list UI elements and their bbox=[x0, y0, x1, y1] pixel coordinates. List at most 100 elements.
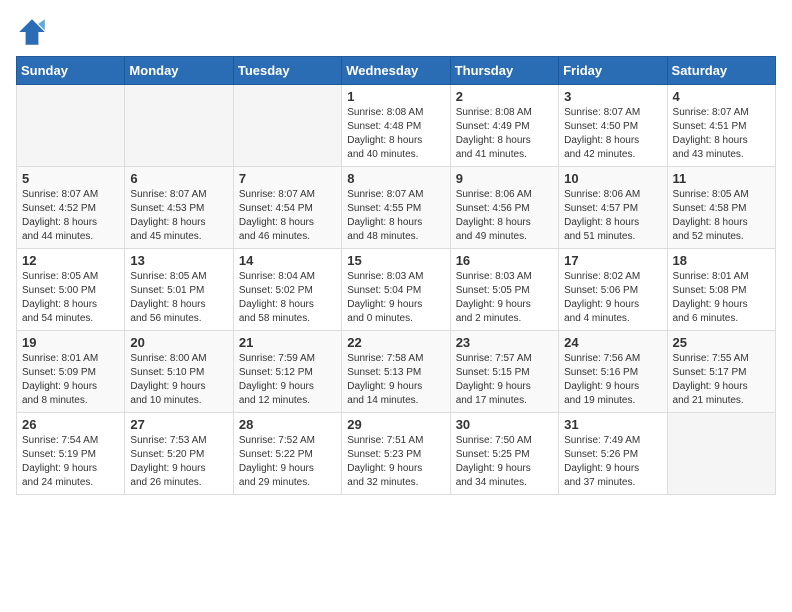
day-number: 13 bbox=[130, 253, 227, 268]
calendar-cell: 21Sunrise: 7:59 AM Sunset: 5:12 PM Dayli… bbox=[233, 331, 341, 413]
calendar-cell: 8 Sunrise: 8:07 AM Sunset: 4:55 PM Daylig… bbox=[342, 167, 450, 249]
day-number: 28 bbox=[239, 417, 336, 432]
weekday-header: Wednesday bbox=[342, 57, 450, 85]
day-info: Sunrise: 8:04 AM Sunset: 5:02 PM Dayligh… bbox=[239, 270, 336, 326]
calendar-week-row: 1 Sunrise: 8:08 AM Sunset: 4:48 PM Daylig… bbox=[17, 85, 776, 167]
day-info: Sunrise: 7:58 AM Sunset: 5:13 PM Dayligh… bbox=[347, 352, 444, 408]
day-info: Sunrise: 7:53 AM Sunset: 5:20 PM Dayligh… bbox=[130, 434, 227, 490]
day-number: 12 bbox=[22, 253, 119, 268]
day-info: Sunrise: 8:07 AM Sunset: 4:54 PM Dayligh… bbox=[239, 188, 336, 244]
day-number: 11 bbox=[673, 171, 770, 186]
day-info: Sunrise: 7:50 AM Sunset: 5:25 PM Dayligh… bbox=[456, 434, 553, 490]
day-info: Sunrise: 8:07 AM Sunset: 4:52 PM Dayligh… bbox=[22, 188, 119, 244]
calendar-cell: 15 Sunrise: 8:03 AM Sunset: 5:04 PM Dayli… bbox=[342, 249, 450, 331]
day-info: Sunrise: 8:07 AM Sunset: 4:51 PM Dayligh… bbox=[673, 106, 770, 162]
weekday-header: Friday bbox=[559, 57, 667, 85]
calendar-cell: 31Sunrise: 7:49 AM Sunset: 5:26 PM Dayli… bbox=[559, 413, 667, 495]
calendar-cell: 9Sunrise: 8:06 AM Sunset: 4:56 PM Daylig… bbox=[450, 167, 558, 249]
day-info: Sunrise: 8:02 AM Sunset: 5:06 PM Dayligh… bbox=[564, 270, 661, 326]
day-number: 7 bbox=[239, 171, 336, 186]
calendar-cell: 5 Sunrise: 8:07 AM Sunset: 4:52 PM Daylig… bbox=[17, 167, 125, 249]
day-info: Sunrise: 8:01 AM Sunset: 5:09 PM Dayligh… bbox=[22, 352, 119, 408]
weekday-row: SundayMondayTuesdayWednesdayThursdayFrid… bbox=[17, 57, 776, 85]
calendar-header: SundayMondayTuesdayWednesdayThursdayFrid… bbox=[17, 57, 776, 85]
day-number: 20 bbox=[130, 335, 227, 350]
day-number: 16 bbox=[456, 253, 553, 268]
day-info: Sunrise: 8:08 AM Sunset: 4:48 PM Dayligh… bbox=[347, 106, 444, 162]
calendar-cell: 25 Sunrise: 7:55 AM Sunset: 5:17 PM Dayli… bbox=[667, 331, 775, 413]
calendar-cell: 22 Sunrise: 7:58 AM Sunset: 5:13 PM Dayli… bbox=[342, 331, 450, 413]
day-info: Sunrise: 7:52 AM Sunset: 5:22 PM Dayligh… bbox=[239, 434, 336, 490]
calendar-cell bbox=[125, 85, 233, 167]
calendar-cell: 6 Sunrise: 8:07 AM Sunset: 4:53 PM Daylig… bbox=[125, 167, 233, 249]
day-number: 15 bbox=[347, 253, 444, 268]
calendar-cell: 29Sunrise: 7:51 AM Sunset: 5:23 PM Dayli… bbox=[342, 413, 450, 495]
day-info: Sunrise: 8:07 AM Sunset: 4:50 PM Dayligh… bbox=[564, 106, 661, 162]
day-info: Sunrise: 8:05 AM Sunset: 5:01 PM Dayligh… bbox=[130, 270, 227, 326]
day-number: 30 bbox=[456, 417, 553, 432]
day-number: 24 bbox=[564, 335, 661, 350]
calendar-cell: 23 Sunrise: 7:57 AM Sunset: 5:15 PM Dayli… bbox=[450, 331, 558, 413]
calendar-cell: 13 Sunrise: 8:05 AM Sunset: 5:01 PM Dayli… bbox=[125, 249, 233, 331]
calendar-cell bbox=[233, 85, 341, 167]
day-number: 14 bbox=[239, 253, 336, 268]
calendar-cell: 26 Sunrise: 7:54 AM Sunset: 5:19 PM Dayli… bbox=[17, 413, 125, 495]
calendar-body: 1 Sunrise: 8:08 AM Sunset: 4:48 PM Daylig… bbox=[17, 85, 776, 495]
day-info: Sunrise: 8:06 AM Sunset: 4:57 PM Dayligh… bbox=[564, 188, 661, 244]
day-number: 23 bbox=[456, 335, 553, 350]
calendar-cell: 3 Sunrise: 8:07 AM Sunset: 4:50 PM Daylig… bbox=[559, 85, 667, 167]
calendar-cell bbox=[667, 413, 775, 495]
day-number: 18 bbox=[673, 253, 770, 268]
day-number: 19 bbox=[22, 335, 119, 350]
calendar-cell: 10 Sunrise: 8:06 AM Sunset: 4:57 PM Dayli… bbox=[559, 167, 667, 249]
day-info: Sunrise: 8:05 AM Sunset: 5:00 PM Dayligh… bbox=[22, 270, 119, 326]
day-number: 6 bbox=[130, 171, 227, 186]
day-number: 5 bbox=[22, 171, 119, 186]
day-info: Sunrise: 8:07 AM Sunset: 4:55 PM Dayligh… bbox=[347, 188, 444, 244]
day-info: Sunrise: 8:03 AM Sunset: 5:05 PM Dayligh… bbox=[456, 270, 553, 326]
calendar-cell: 19 Sunrise: 8:01 AM Sunset: 5:09 PM Dayli… bbox=[17, 331, 125, 413]
weekday-header: Thursday bbox=[450, 57, 558, 85]
calendar-cell: 16 Sunrise: 8:03 AM Sunset: 5:05 PM Dayli… bbox=[450, 249, 558, 331]
day-info: Sunrise: 7:56 AM Sunset: 5:16 PM Dayligh… bbox=[564, 352, 661, 408]
weekday-header: Sunday bbox=[17, 57, 125, 85]
calendar-cell: 7 Sunrise: 8:07 AM Sunset: 4:54 PM Daylig… bbox=[233, 167, 341, 249]
day-info: Sunrise: 7:51 AM Sunset: 5:23 PM Dayligh… bbox=[347, 434, 444, 490]
calendar-cell: 11 Sunrise: 8:05 AM Sunset: 4:58 PM Dayli… bbox=[667, 167, 775, 249]
calendar-cell bbox=[17, 85, 125, 167]
day-info: Sunrise: 7:54 AM Sunset: 5:19 PM Dayligh… bbox=[22, 434, 119, 490]
day-info: Sunrise: 8:05 AM Sunset: 4:58 PM Dayligh… bbox=[673, 188, 770, 244]
calendar-cell: 12 Sunrise: 8:05 AM Sunset: 5:00 PM Dayli… bbox=[17, 249, 125, 331]
day-info: Sunrise: 8:08 AM Sunset: 4:49 PM Dayligh… bbox=[456, 106, 553, 162]
logo-icon bbox=[16, 16, 48, 48]
page-header bbox=[16, 16, 776, 48]
weekday-header: Tuesday bbox=[233, 57, 341, 85]
calendar-cell: 17 Sunrise: 8:02 AM Sunset: 5:06 PM Dayli… bbox=[559, 249, 667, 331]
day-info: Sunrise: 7:59 AM Sunset: 5:12 PM Dayligh… bbox=[239, 352, 336, 408]
day-info: Sunrise: 7:49 AM Sunset: 5:26 PM Dayligh… bbox=[564, 434, 661, 490]
calendar-cell: 30 Sunrise: 7:50 AM Sunset: 5:25 PM Dayli… bbox=[450, 413, 558, 495]
calendar-cell: 28 Sunrise: 7:52 AM Sunset: 5:22 PM Dayli… bbox=[233, 413, 341, 495]
day-number: 27 bbox=[130, 417, 227, 432]
day-number: 3 bbox=[564, 89, 661, 104]
day-number: 17 bbox=[564, 253, 661, 268]
weekday-header: Saturday bbox=[667, 57, 775, 85]
day-info: Sunrise: 8:03 AM Sunset: 5:04 PM Dayligh… bbox=[347, 270, 444, 326]
day-number: 25 bbox=[673, 335, 770, 350]
day-info: Sunrise: 8:00 AM Sunset: 5:10 PM Dayligh… bbox=[130, 352, 227, 408]
day-number: 1 bbox=[347, 89, 444, 104]
day-number: 10 bbox=[564, 171, 661, 186]
day-number: 9 bbox=[456, 171, 553, 186]
calendar-cell: 14 Sunrise: 8:04 AM Sunset: 5:02 PM Dayli… bbox=[233, 249, 341, 331]
calendar-cell: 1 Sunrise: 8:08 AM Sunset: 4:48 PM Daylig… bbox=[342, 85, 450, 167]
weekday-header: Monday bbox=[125, 57, 233, 85]
day-number: 22 bbox=[347, 335, 444, 350]
calendar-cell: 2Sunrise: 8:08 AM Sunset: 4:49 PM Daylig… bbox=[450, 85, 558, 167]
calendar-cell: 24 Sunrise: 7:56 AM Sunset: 5:16 PM Dayli… bbox=[559, 331, 667, 413]
day-number: 8 bbox=[347, 171, 444, 186]
day-info: Sunrise: 7:55 AM Sunset: 5:17 PM Dayligh… bbox=[673, 352, 770, 408]
day-info: Sunrise: 8:07 AM Sunset: 4:53 PM Dayligh… bbox=[130, 188, 227, 244]
day-info: Sunrise: 7:57 AM Sunset: 5:15 PM Dayligh… bbox=[456, 352, 553, 408]
day-number: 26 bbox=[22, 417, 119, 432]
calendar-table: SundayMondayTuesdayWednesdayThursdayFrid… bbox=[16, 56, 776, 495]
